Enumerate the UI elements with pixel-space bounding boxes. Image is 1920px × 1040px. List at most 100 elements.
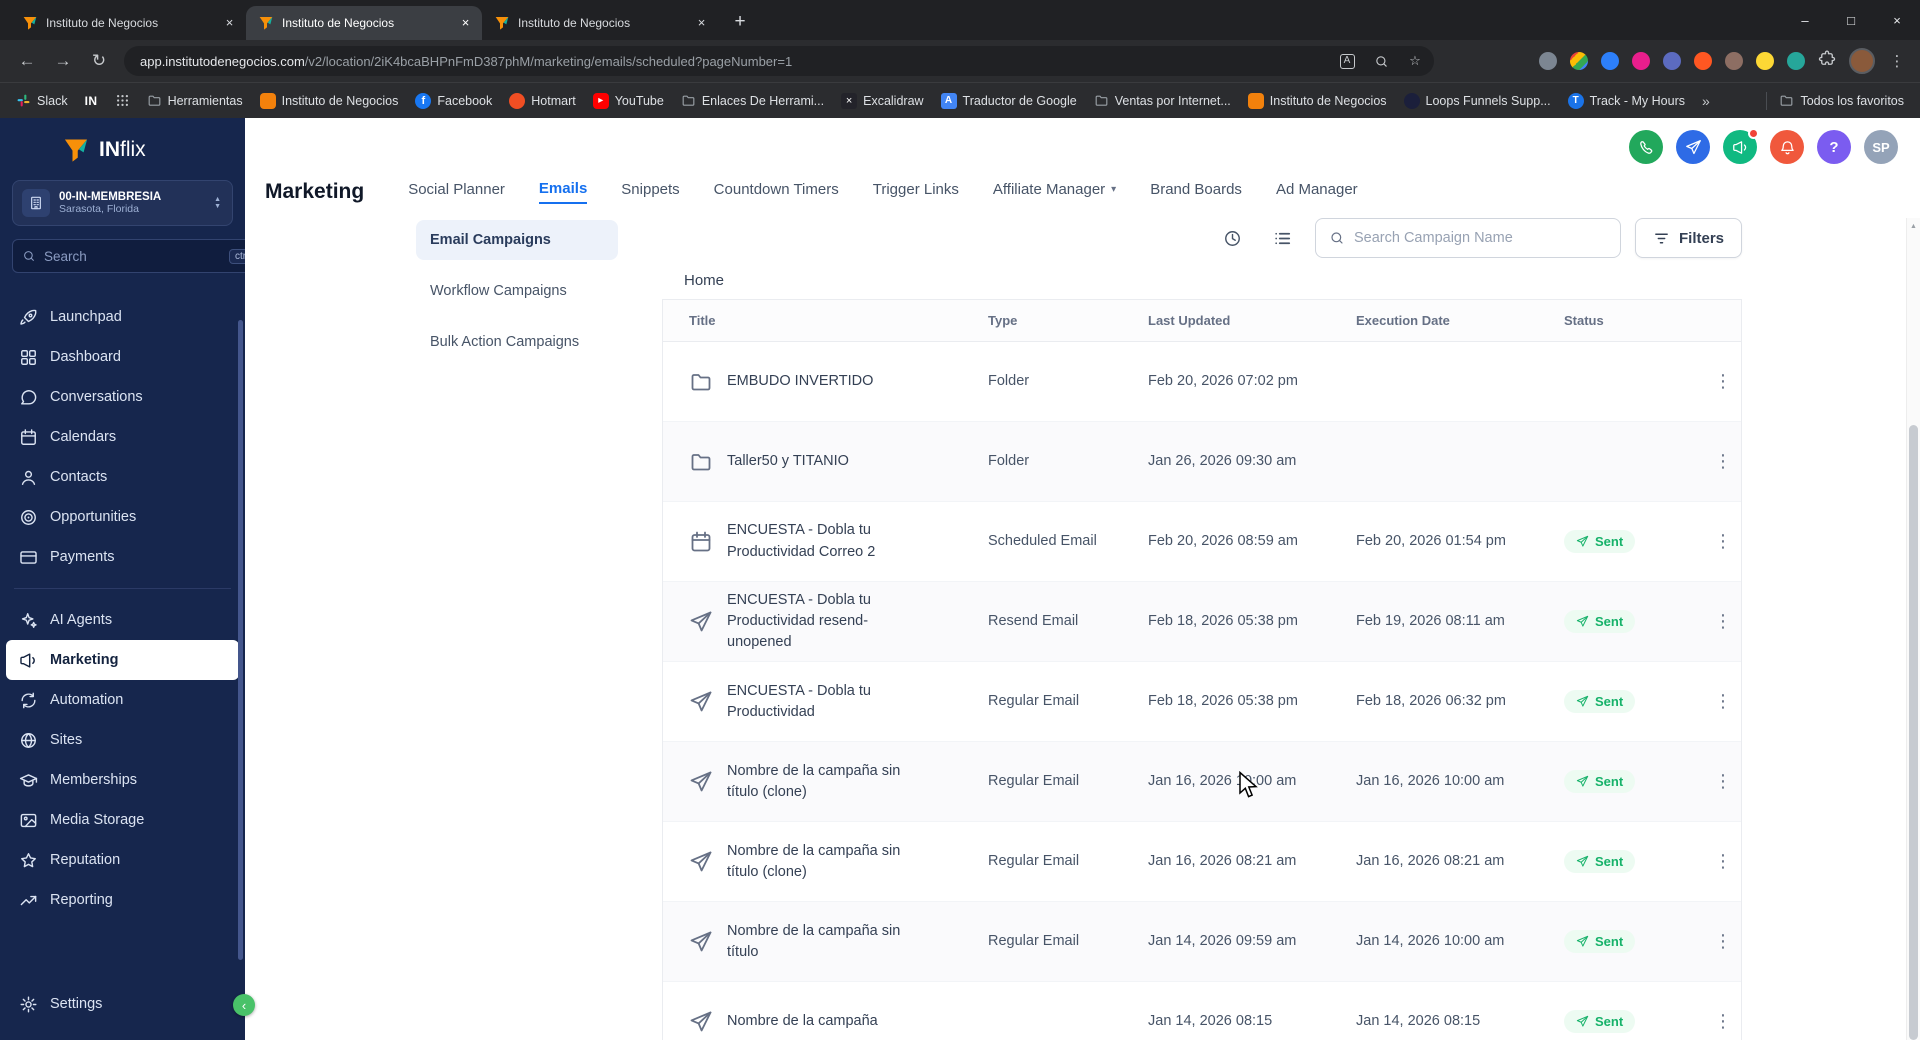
bookmark-item[interactable]: Instituto de Negocios bbox=[1247, 92, 1387, 109]
tab-trigger-links[interactable]: Trigger Links bbox=[873, 181, 959, 203]
address-bar[interactable]: app.institutodenegocios.com/v2/location/… bbox=[124, 46, 1434, 76]
sidebar-item-media-storage[interactable]: Media Storage bbox=[0, 800, 245, 840]
scrollbar-up-arrow[interactable]: ▲ bbox=[1907, 218, 1920, 234]
extension-icon[interactable] bbox=[1725, 52, 1743, 70]
notification-bell-icon[interactable] bbox=[1770, 130, 1804, 164]
sidebar-item-reporting[interactable]: Reporting bbox=[0, 880, 245, 920]
sidebar-item-payments[interactable]: Payments bbox=[0, 537, 245, 577]
extensions-puzzle-icon[interactable] bbox=[1818, 50, 1836, 73]
bookmark-item[interactable]: Ventas por Internet... bbox=[1094, 93, 1231, 108]
close-button[interactable]: × bbox=[1874, 0, 1920, 40]
table-row[interactable]: Nombre de la campaña sin título Regular … bbox=[663, 902, 1742, 983]
bookmark-item[interactable]: Facebook bbox=[415, 92, 492, 109]
bookmark-star-icon[interactable]: ☆ bbox=[1402, 48, 1428, 74]
help-icon[interactable]: ? bbox=[1817, 130, 1851, 164]
tab-close-icon[interactable]: × bbox=[693, 15, 710, 32]
row-menu-button[interactable]: ⋮ bbox=[1704, 771, 1742, 792]
tab-close-icon[interactable]: × bbox=[221, 15, 238, 32]
browser-tab-1[interactable]: Instituto de Negocios × bbox=[10, 6, 247, 40]
extension-icon[interactable] bbox=[1570, 52, 1588, 70]
extension-icon[interactable] bbox=[1601, 52, 1619, 70]
sidebar-item-automation[interactable]: Automation bbox=[0, 680, 245, 720]
row-menu-button[interactable]: ⋮ bbox=[1704, 931, 1742, 952]
bookmark-item[interactable]: Track - My Hours bbox=[1567, 92, 1685, 109]
page-scrollbar[interactable]: ▲ bbox=[1906, 218, 1920, 1040]
sidebar-item-conversations[interactable]: Conversations bbox=[0, 377, 245, 417]
campaign-search[interactable] bbox=[1314, 218, 1621, 258]
row-menu-button[interactable]: ⋮ bbox=[1704, 451, 1742, 472]
search-in-page-icon[interactable] bbox=[1368, 48, 1394, 74]
bookmark-slack[interactable]: Slack bbox=[16, 93, 68, 108]
apps-grid-icon[interactable] bbox=[115, 93, 130, 108]
sidebar-search-input[interactable] bbox=[44, 248, 221, 264]
minimize-button[interactable]: – bbox=[1782, 0, 1828, 40]
sidebar-item-contacts[interactable]: Contacts bbox=[0, 457, 245, 497]
row-menu-button[interactable]: ⋮ bbox=[1704, 691, 1742, 712]
subnav-email-campaigns[interactable]: Email Campaigns bbox=[416, 220, 618, 260]
back-button[interactable]: ← bbox=[10, 44, 44, 78]
new-tab-button[interactable]: + bbox=[726, 8, 754, 36]
row-menu-button[interactable]: ⋮ bbox=[1704, 531, 1742, 552]
extension-icon[interactable] bbox=[1694, 52, 1712, 70]
scrollbar-thumb[interactable] bbox=[1909, 425, 1918, 1040]
table-row[interactable]: EMBUDO INVERTIDO Folder Feb 20, 2026 07:… bbox=[663, 342, 1741, 422]
list-view-icon[interactable] bbox=[1265, 220, 1301, 256]
row-menu-button[interactable]: ⋮ bbox=[1704, 1011, 1742, 1032]
tab-ad-manager[interactable]: Ad Manager bbox=[1276, 181, 1358, 203]
extension-icon[interactable] bbox=[1632, 52, 1650, 70]
sidebar-scrollbar[interactable] bbox=[238, 320, 243, 960]
bookmark-in[interactable]: IN bbox=[85, 94, 98, 108]
table-row[interactable]: Nombre de la campaña sin título (clone) … bbox=[663, 822, 1741, 903]
sidebar-item-memberships[interactable]: Memberships bbox=[0, 760, 245, 800]
extension-icon[interactable] bbox=[1756, 52, 1774, 70]
phone-icon[interactable] bbox=[1629, 130, 1663, 164]
extension-icon[interactable] bbox=[1539, 52, 1557, 70]
row-menu-button[interactable]: ⋮ bbox=[1704, 371, 1742, 392]
extension-icon[interactable] bbox=[1663, 52, 1681, 70]
reload-button[interactable]: ↻ bbox=[82, 44, 116, 78]
announcements-icon[interactable] bbox=[1723, 128, 1759, 164]
all-favorites[interactable]: Todos los favoritos bbox=[1766, 91, 1904, 110]
sidebar-item-sites[interactable]: Sites bbox=[0, 720, 245, 760]
sidebar-item-settings[interactable]: Settings bbox=[0, 984, 245, 1024]
translate-icon[interactable]: A bbox=[1334, 48, 1360, 74]
filters-button[interactable]: Filters bbox=[1634, 218, 1742, 258]
table-row[interactable]: Nombre de la campaña sin título (clone) … bbox=[663, 742, 1742, 823]
browser-tab-2-active[interactable]: Instituto de Negocios × bbox=[246, 6, 482, 40]
tab-affiliate-manager[interactable]: Affiliate Manager ▾ bbox=[993, 181, 1116, 203]
sidebar-item-marketing[interactable]: Marketing bbox=[6, 640, 239, 680]
tab-snippets[interactable]: Snippets bbox=[621, 181, 679, 203]
sidebar-item-reputation[interactable]: Reputation bbox=[0, 840, 245, 880]
schedule-view-icon[interactable] bbox=[1215, 220, 1251, 256]
table-row[interactable]: ENCUESTA - Dobla tu Productividad resend… bbox=[663, 582, 1742, 663]
tab-social-planner[interactable]: Social Planner bbox=[408, 181, 505, 203]
bookmark-item[interactable]: Loops Funnels Supp... bbox=[1403, 92, 1551, 109]
sidebar-item-ai-agents[interactable]: AI Agents bbox=[0, 600, 245, 640]
sidebar-item-calendars[interactable]: Calendars bbox=[0, 417, 245, 457]
sidebar-collapse-button[interactable]: ‹ bbox=[233, 994, 255, 1016]
bookmark-item[interactable]: Traductor de Google bbox=[940, 92, 1077, 109]
sidebar-item-launchpad[interactable]: Launchpad bbox=[0, 297, 245, 337]
forward-button[interactable]: → bbox=[46, 44, 80, 78]
subnav-workflow-campaigns[interactable]: Workflow Campaigns bbox=[416, 271, 618, 311]
tab-emails[interactable]: Emails bbox=[538, 180, 588, 204]
table-row[interactable]: ENCUESTA - Dobla tu Productividad Correo… bbox=[663, 502, 1741, 582]
browser-tab-3[interactable]: Instituto de Negocios × bbox=[482, 6, 718, 40]
table-row[interactable]: ENCUESTA - Dobla tu Productividad Regula… bbox=[663, 662, 1742, 743]
table-row[interactable]: Nombre de la campaña Jan 14, 2026 08:15 … bbox=[663, 982, 1741, 1040]
bookmark-item[interactable]: Herramientas bbox=[147, 93, 243, 108]
extension-icon[interactable] bbox=[1787, 52, 1805, 70]
row-menu-button[interactable]: ⋮ bbox=[1704, 611, 1742, 632]
bookmark-item[interactable]: Hotmart bbox=[509, 92, 576, 109]
browser-menu-icon[interactable]: ⋮ bbox=[1888, 52, 1906, 70]
bookmarks-overflow-chevron[interactable]: » bbox=[1702, 93, 1710, 109]
sidebar-search[interactable]: ctrlK bbox=[12, 239, 271, 273]
tab-countdown-timers[interactable]: Countdown Timers bbox=[714, 181, 839, 203]
bookmark-item[interactable]: Instituto de Negocios bbox=[259, 92, 398, 109]
sidebar-item-opportunities[interactable]: Opportunities bbox=[0, 497, 245, 537]
send-app-icon[interactable] bbox=[1676, 130, 1710, 164]
campaign-search-input[interactable] bbox=[1353, 230, 1607, 246]
user-avatar[interactable]: SP bbox=[1864, 130, 1898, 164]
tab-brand-boards[interactable]: Brand Boards bbox=[1150, 181, 1242, 203]
browser-profile-avatar[interactable] bbox=[1849, 48, 1875, 74]
